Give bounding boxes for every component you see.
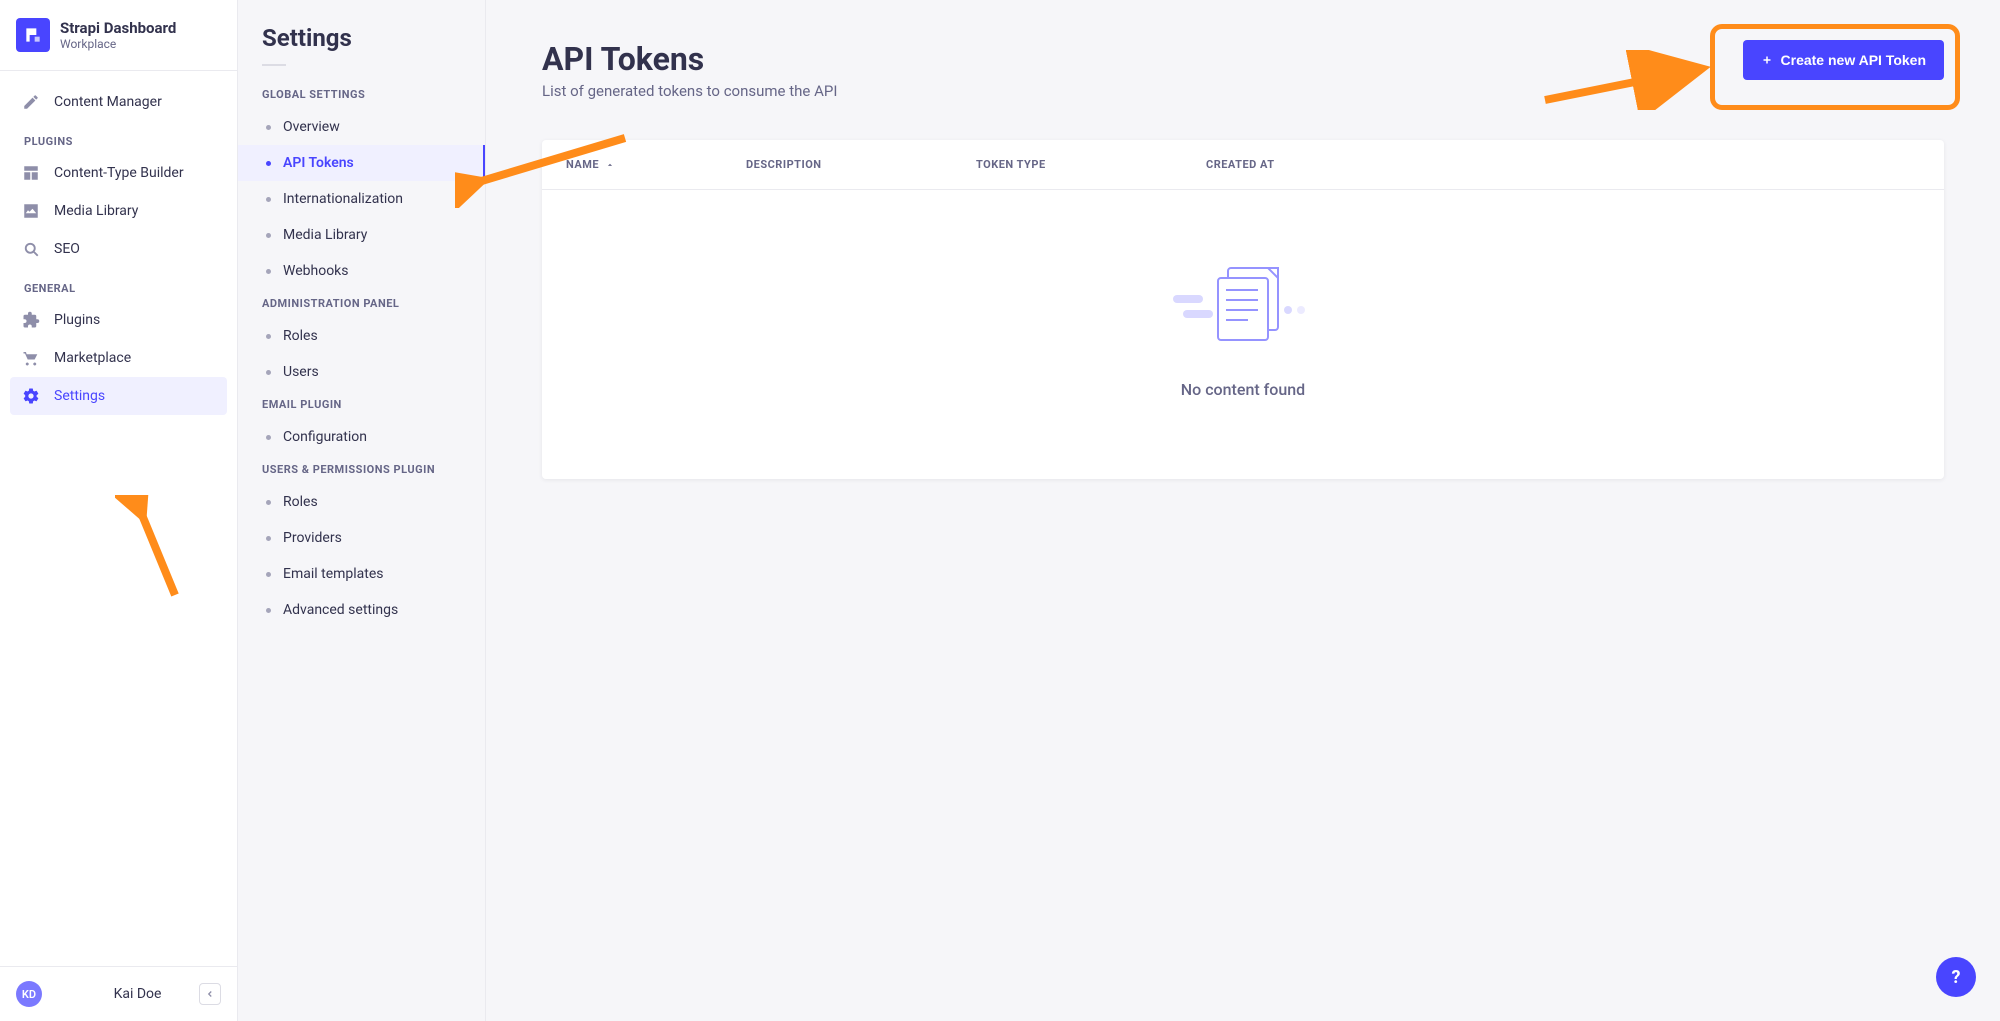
- sidebar-header: Strapi Dashboard Workplace: [0, 0, 237, 71]
- settings-item-up-email-templates[interactable]: Email templates: [238, 556, 485, 592]
- chevron-left-icon: [205, 989, 215, 999]
- nav-label: Media Library: [54, 203, 138, 219]
- settings-panel: Settings GLOBAL SETTINGS Overview API To…: [238, 0, 486, 1021]
- settings-item-up-advanced[interactable]: Advanced settings: [238, 592, 485, 628]
- settings-item-overview[interactable]: Overview: [238, 109, 485, 145]
- cart-icon: [22, 349, 40, 367]
- user-name: Kai Doe: [114, 986, 162, 1002]
- pencil-icon: [22, 93, 40, 111]
- settings-item-api-tokens[interactable]: API Tokens: [238, 145, 485, 181]
- sidebar-footer: KD Kai Doe: [0, 966, 237, 1021]
- th-name[interactable]: NAME: [566, 158, 746, 171]
- th-token-type[interactable]: TOKEN TYPE: [976, 158, 1206, 171]
- th-description[interactable]: DESCRIPTION: [746, 158, 976, 171]
- settings-group-global: GLOBAL SETTINGS: [238, 80, 485, 109]
- page-subtitle: List of generated tokens to consume the …: [542, 82, 837, 100]
- settings-group-users-perm: USERS & PERMISSIONS PLUGIN: [238, 455, 485, 484]
- collapse-sidebar-button[interactable]: [199, 983, 221, 1005]
- settings-group-admin: ADMINISTRATION PANEL: [238, 289, 485, 318]
- nav-plugins[interactable]: Plugins: [10, 301, 227, 339]
- puzzle-icon: [22, 311, 40, 329]
- plus-icon: [1761, 54, 1773, 66]
- sort-asc-icon: [605, 160, 615, 170]
- divider: [262, 64, 286, 66]
- nav-label: Plugins: [54, 312, 100, 328]
- tokens-table: NAME DESCRIPTION TOKEN TYPE CREATED AT: [542, 140, 1944, 479]
- nav-section-plugins: PLUGINS: [10, 121, 227, 154]
- settings-item-media-library[interactable]: Media Library: [238, 217, 485, 253]
- main-content: API Tokens List of generated tokens to c…: [486, 0, 2000, 1021]
- settings-item-up-roles[interactable]: Roles: [238, 484, 485, 520]
- settings-item-admin-roles[interactable]: Roles: [238, 318, 485, 354]
- nav-settings[interactable]: Settings: [10, 377, 227, 415]
- gear-icon: [22, 387, 40, 405]
- nav-section-general: GENERAL: [10, 268, 227, 301]
- nav-label: Content-Type Builder: [54, 165, 184, 181]
- nav-content-manager[interactable]: Content Manager: [10, 83, 227, 121]
- settings-item-webhooks[interactable]: Webhooks: [238, 253, 485, 289]
- empty-illustration-icon: [1173, 260, 1313, 350]
- nav-label: Content Manager: [54, 94, 162, 110]
- strapi-logo-icon: [16, 18, 50, 52]
- settings-item-email-config[interactable]: Configuration: [238, 419, 485, 455]
- settings-item-internationalization[interactable]: Internationalization: [238, 181, 485, 217]
- nav-seo[interactable]: SEO: [10, 230, 227, 268]
- sidebar-nav: Content Manager PLUGINS Content-Type Bui…: [0, 71, 237, 966]
- settings-group-email: EMAIL PLUGIN: [238, 390, 485, 419]
- page-title: API Tokens: [542, 40, 837, 78]
- table-header-row: NAME DESCRIPTION TOKEN TYPE CREATED AT: [542, 140, 1944, 190]
- empty-text: No content found: [542, 380, 1944, 399]
- layout-icon: [22, 164, 40, 182]
- th-created-at[interactable]: CREATED AT: [1206, 158, 1920, 171]
- avatar: KD: [16, 981, 42, 1007]
- nav-marketplace[interactable]: Marketplace: [10, 339, 227, 377]
- settings-title: Settings: [238, 24, 485, 64]
- nav-label: SEO: [54, 241, 80, 257]
- nav-content-type-builder[interactable]: Content-Type Builder: [10, 154, 227, 192]
- app-title: Strapi Dashboard: [60, 19, 176, 37]
- sidebar-main: Strapi Dashboard Workplace Content Manag…: [0, 0, 238, 1021]
- nav-label: Marketplace: [54, 350, 131, 366]
- settings-item-admin-users[interactable]: Users: [238, 354, 485, 390]
- help-button[interactable]: ?: [1936, 957, 1976, 997]
- create-api-token-button[interactable]: Create new API Token: [1743, 40, 1944, 80]
- image-icon: [22, 202, 40, 220]
- page-header: API Tokens List of generated tokens to c…: [542, 40, 1944, 100]
- empty-state: No content found: [542, 190, 1944, 479]
- search-icon: [22, 240, 40, 258]
- app-workspace: Workplace: [60, 37, 176, 51]
- settings-item-up-providers[interactable]: Providers: [238, 520, 485, 556]
- nav-media-library[interactable]: Media Library: [10, 192, 227, 230]
- nav-label: Settings: [54, 388, 105, 404]
